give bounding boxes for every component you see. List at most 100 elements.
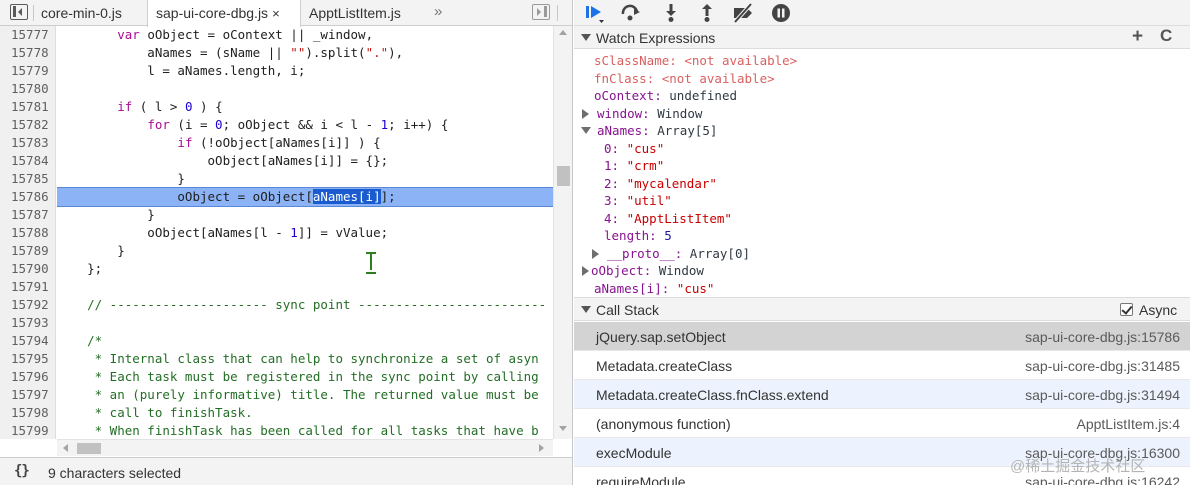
add-icon[interactable]: +: [1132, 26, 1143, 48]
code-line[interactable]: }: [57, 206, 553, 224]
line-number[interactable]: 15793: [0, 314, 56, 332]
line-number[interactable]: 15787: [0, 206, 56, 224]
line-number[interactable]: 15799: [0, 422, 56, 439]
line-number[interactable]: 15795: [0, 350, 56, 368]
line-number[interactable]: 15778: [0, 44, 56, 62]
resume-button[interactable]: [580, 0, 608, 26]
code-line[interactable]: var oObject = oContext || _window,: [57, 26, 553, 44]
line-number[interactable]: 15794: [0, 332, 56, 350]
line-number[interactable]: 15783: [0, 134, 56, 152]
watch-item[interactable]: fnClass: <not available>: [594, 70, 775, 88]
expand-triangle-icon[interactable]: [581, 306, 591, 313]
watch-expressions-header[interactable]: Watch Expressions + C: [574, 25, 1190, 49]
scroll-up-icon[interactable]: [559, 30, 567, 35]
line-number[interactable]: 15792: [0, 296, 56, 314]
step-over-button[interactable]: [616, 0, 644, 26]
watch-item[interactable]: 1: "crm": [604, 157, 664, 175]
code-line[interactable]: aNames = (sName || "").split("."),: [57, 44, 553, 62]
watch-item[interactable]: 0: "cus": [604, 140, 664, 158]
code-line[interactable]: [57, 314, 553, 332]
more-tabs-icon[interactable]: »: [434, 3, 442, 20]
code-line[interactable]: };: [57, 260, 553, 278]
horizontal-scrollbar[interactable]: [57, 439, 553, 456]
watch-item[interactable]: 3: "util": [604, 192, 672, 210]
code-lines[interactable]: var oObject = oContext || _window, aName…: [57, 26, 553, 439]
call-frame[interactable]: (anonymous function) ApptListItem.js:4: [574, 409, 1190, 438]
code-line[interactable]: if (!oObject[aNames[i]] ) {: [57, 134, 553, 152]
code-line[interactable]: if ( l > 0 ) {: [57, 98, 553, 116]
code-line[interactable]: [57, 80, 553, 98]
tab-label: sap-ui-core-dbg.js: [156, 5, 269, 21]
watch-item[interactable]: sClassName: <not available>: [594, 52, 797, 70]
line-number[interactable]: 15790: [0, 260, 56, 278]
line-number[interactable]: 15784: [0, 152, 56, 170]
code-line[interactable]: l = aNames.length, i;: [57, 62, 553, 80]
line-number[interactable]: 15777: [0, 26, 56, 44]
line-number[interactable]: 15781: [0, 98, 56, 116]
line-number[interactable]: 15796: [0, 368, 56, 386]
code-line[interactable]: oObject[aNames[i]] = {};: [57, 152, 553, 170]
async-checkbox[interactable]: [1120, 303, 1133, 316]
watch-item[interactable]: window: Window: [582, 105, 702, 123]
code-line[interactable]: for (i = 0; oObject && i < l - 1; i++) {: [57, 116, 553, 134]
close-icon[interactable]: ×: [272, 0, 280, 27]
pretty-print-icon[interactable]: {}: [14, 463, 30, 479]
deactivate-breakpoints-button[interactable]: [728, 0, 756, 26]
call-stack-header[interactable]: Call Stack Async: [574, 297, 1190, 321]
code-line[interactable]: }: [57, 170, 553, 188]
scroll-right-icon[interactable]: [539, 444, 544, 452]
watch-item[interactable]: oObject: Window: [582, 262, 704, 280]
line-number[interactable]: 15798: [0, 404, 56, 422]
line-number[interactable]: 15791: [0, 278, 56, 296]
selected-text[interactable]: aNames[i]: [312, 189, 381, 204]
scroll-thumb[interactable]: [77, 443, 101, 454]
code-line[interactable]: }: [57, 242, 553, 260]
call-frame[interactable]: jQuery.sap.setObject sap-ui-core-dbg.js:1…: [574, 322, 1190, 351]
watch-item[interactable]: aNames: Array[5]: [581, 122, 717, 140]
scroll-left-icon[interactable]: [63, 444, 68, 452]
watch-item[interactable]: 4: "ApptListItem": [604, 210, 732, 228]
watch-item[interactable]: 2: "mycalendar": [604, 175, 717, 193]
watch-item[interactable]: aNames[i]: "cus": [594, 280, 714, 297]
refresh-icon[interactable]: C: [1160, 26, 1172, 46]
watch-item[interactable]: length: 5: [604, 227, 672, 245]
line-number[interactable]: 15788: [0, 224, 56, 242]
code-line[interactable]: * Each task must be registered in the sy…: [57, 368, 553, 386]
code-editor[interactable]: 15777 15778 15779 15780 15781 15782 15783 15784…: [0, 26, 572, 439]
code-line[interactable]: oObject[aNames[l - 1]] = vValue;: [57, 224, 553, 242]
code-line[interactable]: // --------------------- sync point ----…: [57, 296, 553, 314]
code-line[interactable]: * an (purely informative) title. The ret…: [57, 386, 553, 404]
line-number[interactable]: 15782: [0, 116, 56, 134]
expand-icon: [582, 108, 589, 119]
call-frame[interactable]: Metadata.createClass.fnClass.extend sap-u…: [574, 380, 1190, 409]
code-line[interactable]: * Internal class that can help to synchr…: [57, 350, 553, 368]
line-number[interactable]: 15780: [0, 80, 56, 98]
line-number[interactable]: 15779: [0, 62, 56, 80]
toggle-navigator-icon[interactable]: [10, 4, 28, 20]
scroll-down-icon[interactable]: [559, 426, 567, 431]
code-line[interactable]: * call to finishTask.: [57, 404, 553, 422]
watch-item[interactable]: oContext: undefined: [594, 87, 737, 105]
line-number[interactable]: 15797: [0, 386, 56, 404]
vertical-scrollbar[interactable]: [553, 26, 572, 439]
tab-core-min[interactable]: core-min-0.js: [33, 0, 147, 26]
scroll-thumb[interactable]: [557, 166, 570, 186]
step-into-button[interactable]: [656, 0, 684, 26]
line-gutter[interactable]: 15777 15778 15779 15780 15781 15782 15783 15784…: [0, 26, 56, 439]
code-line-current[interactable]: oObject = oObject[aNames[i]];: [57, 187, 553, 207]
code-line[interactable]: * When finishTask has been called for al…: [57, 422, 553, 439]
code-line[interactable]: [57, 278, 553, 296]
line-number[interactable]: 15785: [0, 170, 56, 188]
expand-triangle-icon[interactable]: [581, 34, 591, 41]
line-number[interactable]: 15789: [0, 242, 56, 260]
pause-on-exceptions-button[interactable]: [766, 0, 794, 26]
step-out-button[interactable]: [692, 0, 720, 26]
toggle-debugger-icon[interactable]: [532, 4, 550, 20]
tab-sap-ui-core-dbg[interactable]: sap-ui-core-dbg.js ×: [147, 0, 301, 27]
code-line[interactable]: /*: [57, 332, 553, 350]
sources-panel: core-min-0.js sap-ui-core-dbg.js × ApptLi…: [0, 0, 573, 485]
tab-appt-list-item[interactable]: ApptListItem.js: [301, 0, 421, 26]
line-number[interactable]: 15786: [0, 188, 56, 206]
watch-item[interactable]: __proto__: Array[0]: [592, 245, 750, 263]
call-frame[interactable]: Metadata.createClass sap-ui-core-dbg.js:3…: [574, 351, 1190, 380]
